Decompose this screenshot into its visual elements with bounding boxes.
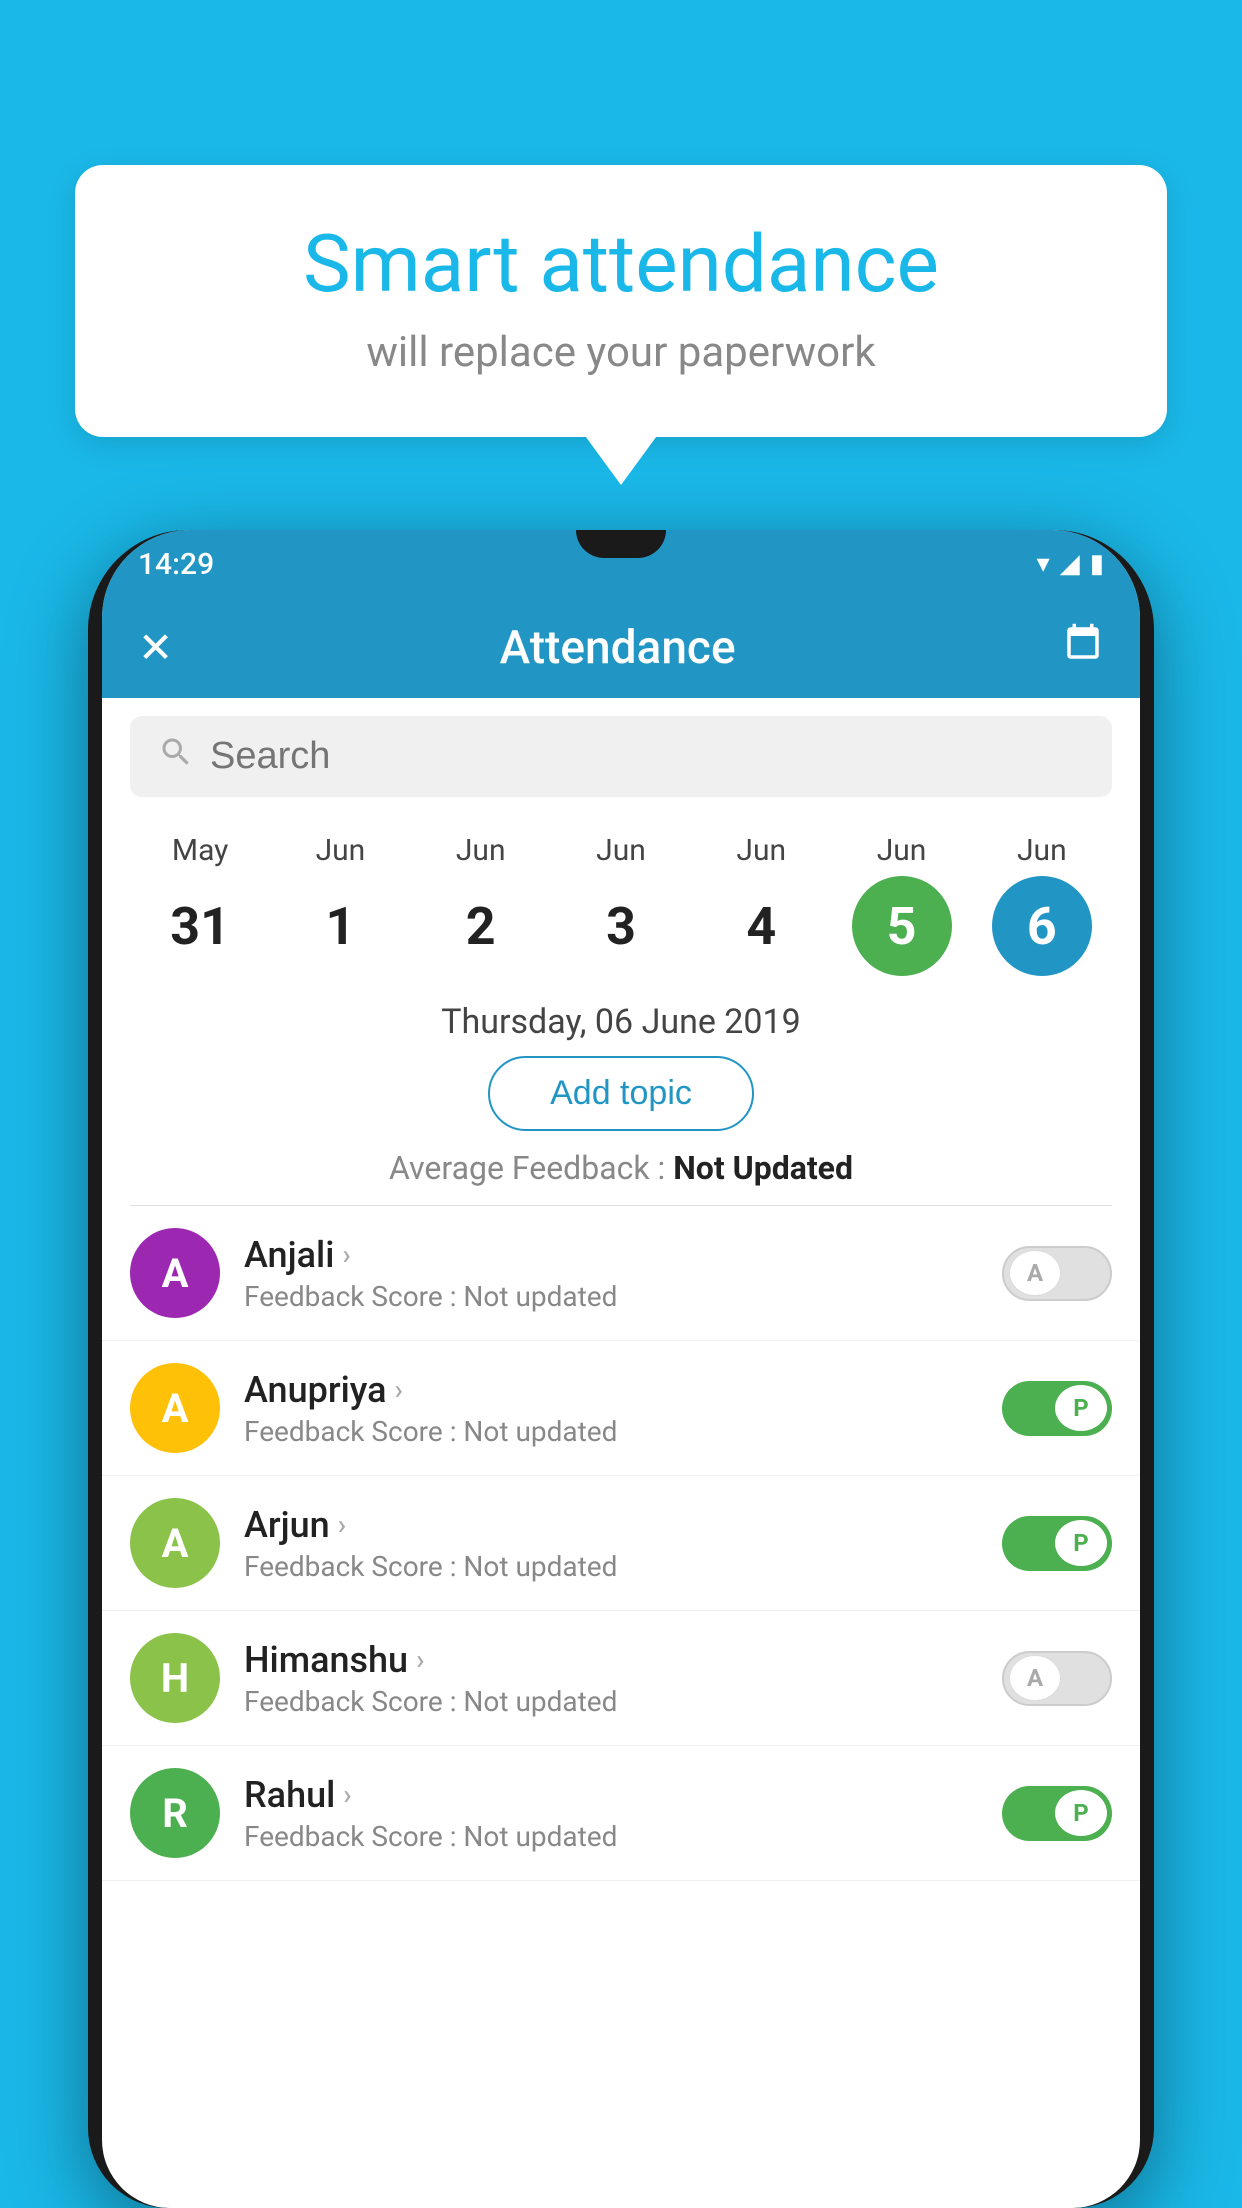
feedback-score: Feedback Score : Not updated [244,1550,1002,1583]
notch [576,530,666,558]
wifi-icon: ▾ [1037,549,1050,579]
toggle-knob: A [1009,1250,1061,1296]
feedback-score: Feedback Score : Not updated [244,1280,1002,1313]
search-bar[interactable] [130,716,1112,797]
chevron-icon: › [416,1643,424,1676]
add-topic-button[interactable]: Add topic [488,1056,754,1131]
bubble-title: Smart attendance [135,220,1107,308]
calendar-day[interactable]: Jun 6 [987,833,1097,976]
calendar-month: Jun [877,833,927,868]
bubble-subtitle: will replace your paperwork [135,328,1107,377]
attendance-toggle[interactable]: P [1002,1786,1112,1841]
student-name[interactable]: Himanshu › [244,1639,1002,1681]
feedback-score: Feedback Score : Not updated [244,1685,1002,1718]
status-icons: ▾ ◢ ▮ [1037,549,1104,579]
student-name[interactable]: Rahul › [244,1774,1002,1816]
feedback-score: Feedback Score : Not updated [244,1415,1002,1448]
student-row[interactable]: A Arjun › Feedback Score : Not updated P [102,1476,1140,1611]
student-info: Anupriya › Feedback Score : Not updated [244,1369,1002,1448]
status-time: 14:29 [138,547,214,582]
student-info: Anjali › Feedback Score : Not updated [244,1234,1002,1313]
avatar: A [130,1228,220,1318]
chevron-icon: › [342,1238,350,1271]
calendar-date[interactable]: 6 [992,876,1092,976]
calendar-day[interactable]: Jun 5 [847,833,957,976]
student-name[interactable]: Anupriya › [244,1369,1002,1411]
chevron-icon: › [395,1373,403,1406]
avg-feedback: Average Feedback : Not Updated [102,1149,1140,1205]
calendar-day[interactable]: Jun 2 [426,833,536,976]
avatar: R [130,1768,220,1858]
student-row[interactable]: R Rahul › Feedback Score : Not updated P [102,1746,1140,1881]
calendar-date[interactable]: 31 [150,876,250,976]
search-input[interactable] [210,735,1084,778]
calendar-date[interactable]: 2 [431,876,531,976]
student-info: Arjun › Feedback Score : Not updated [244,1504,1002,1583]
attendance-toggle[interactable]: P [1002,1516,1112,1571]
calendar-day[interactable]: Jun 1 [285,833,395,976]
chevron-icon: › [343,1778,351,1811]
calendar-date[interactable]: 1 [290,876,390,976]
student-name[interactable]: Anjali › [244,1234,1002,1276]
avg-feedback-label: Average Feedback : [389,1149,665,1187]
student-row[interactable]: AAnjali ›Feedback Score : Not updatedA [102,1206,1140,1341]
calendar-date[interactable]: 5 [852,876,952,976]
speech-bubble: Smart attendance will replace your paper… [75,165,1167,437]
avatar: A [130,1498,220,1588]
selected-date: Thursday, 06 June 2019 [102,980,1140,1056]
phone-frame: 14:29 ▾ ◢ ▮ ✕ Attendance [88,530,1154,2208]
calendar-day[interactable]: Jun 3 [566,833,676,976]
student-row[interactable]: A Anupriya › Feedback Score : Not updated P [102,1341,1140,1476]
attendance-toggle[interactable]: A [1002,1651,1112,1706]
feedback-score: Feedback Score : Not updated [244,1820,1002,1853]
toggle-knob: P [1055,1790,1107,1836]
signal-icon: ◢ [1060,549,1080,579]
calendar-day[interactable]: May 31 [145,833,255,976]
phone-screen: 14:29 ▾ ◢ ▮ ✕ Attendance [102,530,1140,2208]
avatar: A [130,1363,220,1453]
avg-feedback-value: Not Updated [673,1149,853,1187]
avatar: H [130,1633,220,1723]
student-name[interactable]: Arjun › [244,1504,1002,1546]
battery-icon: ▮ [1090,549,1104,579]
toggle-knob: P [1055,1520,1107,1566]
search-icon [158,734,194,779]
student-info: Rahul › Feedback Score : Not updated [244,1774,1002,1853]
calendar-date[interactable]: 4 [711,876,811,976]
attendance-toggle[interactable]: A [1002,1246,1112,1301]
chevron-icon: › [338,1508,346,1541]
student-info: Himanshu › Feedback Score : Not updated [244,1639,1002,1718]
calendar-month: Jun [316,833,366,868]
attendance-toggle[interactable]: P [1002,1381,1112,1436]
calendar-date[interactable]: 3 [571,876,671,976]
calendar-month: Jun [456,833,506,868]
calendar-row: May 31 Jun 1 Jun 2 Jun 3 Jun 4 Jun 5 Jun 6 [102,815,1140,980]
toggle-knob: P [1055,1385,1107,1431]
close-icon[interactable]: ✕ [138,623,173,673]
app-bar-title: Attendance [500,621,736,675]
calendar-icon[interactable] [1062,622,1104,675]
student-row[interactable]: H Himanshu › Feedback Score : Not updatedA [102,1611,1140,1746]
app-bar: ✕ Attendance [102,598,1140,698]
calendar-month: Jun [1017,833,1067,868]
calendar-month: Jun [596,833,646,868]
calendar-day[interactable]: Jun 4 [706,833,816,976]
toggle-knob: A [1009,1655,1061,1701]
calendar-month: Jun [736,833,786,868]
student-list: AAnjali ›Feedback Score : Not updatedAAA… [102,1206,1140,1881]
calendar-month: May [172,833,228,868]
